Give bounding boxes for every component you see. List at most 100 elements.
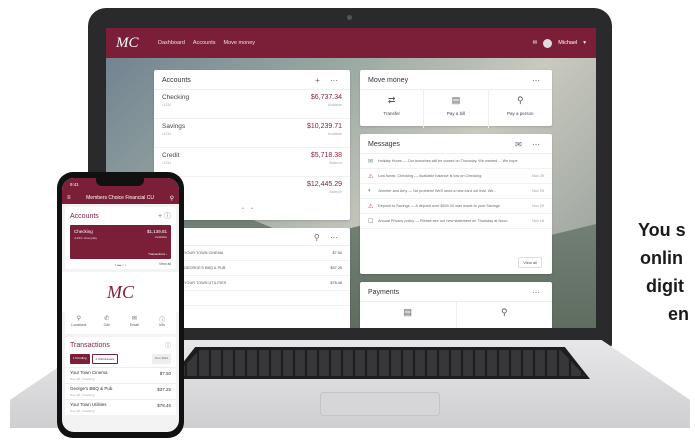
phone-account-tile[interactable]: Checking •1234 • Everyday $1,139.81 Avai… bbox=[70, 225, 171, 259]
transactions-tools[interactable]: ⚲ ⋯ bbox=[314, 233, 342, 242]
payments-header: Payments ⋯ bbox=[360, 282, 552, 302]
phone-brand-logo: MC bbox=[62, 272, 179, 312]
keyboard-keys bbox=[175, 350, 585, 376]
transaction-name: George's BBQ & Pub bbox=[70, 386, 113, 391]
payments-bill-button[interactable]: ▤ bbox=[360, 302, 457, 328]
phone-icon: ✆ bbox=[104, 316, 110, 322]
view-all-button[interactable]: View all bbox=[518, 257, 542, 268]
quick-link-locations[interactable]: ⚲ Locations bbox=[65, 312, 93, 334]
account-row[interactable]: Savings •1234 $10,239.71 Available bbox=[154, 119, 350, 148]
pay-person-button[interactable]: ⚲ Pay a person bbox=[489, 90, 552, 128]
filter-pending[interactable]: 1 Pending bbox=[70, 354, 90, 364]
contact-avatar-icon: ◐ bbox=[368, 188, 372, 194]
transfer-button[interactable]: ⇄ Transfer bbox=[360, 90, 425, 128]
accounts-tools[interactable]: + ⋯ bbox=[315, 76, 342, 85]
table-row[interactable]: Your Town Utilities Nov 4th, Checking $7… bbox=[65, 399, 176, 415]
transaction-amount: $78.46 bbox=[157, 403, 171, 408]
phone-view-all[interactable]: View all bbox=[159, 262, 171, 266]
phone-transactions-title: Transactions bbox=[70, 342, 110, 349]
accounts-title: Accounts bbox=[162, 77, 191, 84]
payments-tools[interactable]: ⋯ bbox=[532, 288, 544, 297]
message-text: Deposit to Savings — A deposit over $500… bbox=[378, 204, 500, 208]
message-text: Annual Privacy policy — Please see our n… bbox=[378, 219, 508, 223]
account-balance-caption: Balance bbox=[329, 161, 342, 165]
pay-person-label: Pay a person bbox=[507, 111, 534, 116]
transaction-amount: $37.25 bbox=[157, 387, 171, 392]
transaction-amount: $78.46 bbox=[330, 281, 342, 285]
account-number: •1234 bbox=[162, 161, 172, 165]
phone-accounts-tools[interactable]: + ⓘ bbox=[158, 211, 171, 221]
account-row[interactable]: Credit •1234 $5,718.38 Balance bbox=[154, 148, 350, 177]
phone-transaction-filters: 1 Pending 2 Withdrawals Dec 2014 bbox=[65, 354, 176, 367]
transaction-date: Nov 4th, Checking bbox=[70, 393, 95, 397]
messages-tools[interactable]: ✉ ⋯ bbox=[515, 140, 544, 149]
warning-icon: ⚠ bbox=[368, 203, 374, 210]
quick-link-label: Email bbox=[129, 323, 139, 327]
message-text: Low funds: Checking — Available balance … bbox=[378, 174, 482, 178]
table-row[interactable]: George's BBQ & Pub Nov 4th, Checking $37… bbox=[65, 383, 176, 399]
phone-accounts-header: Accounts + ⓘ bbox=[65, 207, 176, 225]
list-item[interactable]: ⚠ Low funds: Checking — Available balanc… bbox=[360, 169, 552, 184]
phone-app-title: Members Choice Financial CU bbox=[86, 195, 154, 201]
person-icon: ⚲ bbox=[500, 307, 508, 317]
filter-date[interactable]: Dec 2014 bbox=[152, 354, 171, 364]
message-text: Holiday Hours — Our branches will be clo… bbox=[378, 159, 518, 163]
phone-accounts-card: Accounts + ⓘ Checking •1234 • Everyday $… bbox=[65, 207, 176, 269]
phone-carousel: • ▬ • • View all bbox=[65, 259, 176, 269]
info-icon[interactable]: ⓘ bbox=[165, 341, 171, 350]
quick-link-info[interactable]: ⓘ Info bbox=[148, 312, 176, 334]
transaction-date: Nov 4th, Checking bbox=[70, 409, 95, 413]
envelope-icon: ✉ bbox=[368, 158, 374, 165]
account-balance-caption: Balance bbox=[329, 190, 342, 194]
chevron-down-icon[interactable]: ▾ bbox=[583, 40, 586, 46]
account-number: •1234 bbox=[162, 132, 172, 136]
quick-link-label: Call bbox=[103, 323, 110, 327]
phone-screen: 9:41 ≡ Members Choice Financial CU ⚲ Acc… bbox=[62, 178, 179, 432]
move-money-tools[interactable]: ⋯ bbox=[532, 76, 544, 85]
document-icon: ☐ bbox=[368, 218, 374, 225]
trackpad bbox=[320, 392, 440, 416]
filter-withdrawals[interactable]: 2 Withdrawals bbox=[91, 354, 119, 364]
carousel-dots[interactable]: • • bbox=[242, 206, 256, 212]
nav-dashboard[interactable]: Dashboard bbox=[158, 40, 185, 46]
transaction-date: Nov 4th, Checking bbox=[70, 377, 95, 381]
payments-title: Payments bbox=[368, 289, 400, 296]
account-balance: $10,239.71 bbox=[306, 123, 342, 130]
move-money-actions: ⇄ Transfer ▤ Pay a bill ⚲ Pay a person bbox=[360, 90, 552, 128]
message-date: Nov 18 bbox=[531, 219, 544, 223]
quick-link-call[interactable]: ✆ Call bbox=[93, 312, 121, 334]
avatar[interactable] bbox=[543, 38, 553, 48]
phone-transactions-link[interactable]: Transactions › bbox=[148, 252, 167, 256]
quick-link-label: Locations bbox=[71, 323, 87, 327]
nav-accounts[interactable]: Accounts bbox=[193, 40, 216, 46]
tagline-line: You s bbox=[638, 220, 686, 240]
brand-logo[interactable]: MC bbox=[116, 35, 158, 52]
transaction-name: Your Town Cinema bbox=[70, 370, 108, 375]
quick-link-email[interactable]: ✉ Email bbox=[121, 312, 149, 334]
search-icon[interactable]: ⚲ bbox=[170, 195, 174, 202]
list-item[interactable]: ⚠ Deposit to Savings — A deposit over $5… bbox=[360, 199, 552, 214]
list-item[interactable]: ✉ Holiday Hours — Our branches will be c… bbox=[360, 154, 552, 169]
accounts-card-header: Accounts + ⋯ bbox=[154, 70, 350, 90]
user-menu[interactable]: Michael bbox=[558, 40, 577, 46]
payments-person-button[interactable]: ⚲ bbox=[457, 302, 553, 328]
list-item[interactable]: ☐ Annual Privacy policy — Please see our… bbox=[360, 214, 552, 229]
account-balance-caption: Available bbox=[327, 132, 342, 136]
menu-icon[interactable]: ≡ bbox=[67, 195, 71, 201]
list-item[interactable]: ◐ Jennifer and Amy — No problem! We'll s… bbox=[360, 184, 552, 199]
table-row[interactable]: Your Town Cinema Nov 4th, Checking $7.50 bbox=[65, 367, 176, 383]
phone-account-caption: Available bbox=[154, 235, 167, 239]
nav-move-money[interactable]: Move money bbox=[224, 40, 256, 46]
location-icon: ⚲ bbox=[76, 316, 82, 322]
carousel-dots[interactable]: • ▬ • • bbox=[115, 262, 127, 267]
account-balance: $12,445.29 bbox=[306, 181, 342, 188]
messages-icon[interactable]: ✉ bbox=[533, 40, 538, 46]
tagline: You s onlin digit en bbox=[638, 216, 695, 328]
bill-icon: ▤ bbox=[403, 307, 412, 317]
move-money-card: Move money ⋯ ⇄ Transfer ▤ Pay a bill ⚲ P… bbox=[360, 70, 552, 128]
transaction-name: GEORGE'S BBQ & PUB bbox=[184, 266, 226, 270]
account-row[interactable]: Checking •1234 $6,737.34 Available bbox=[154, 90, 350, 119]
transfer-label: Transfer bbox=[383, 111, 400, 116]
move-money-header: Move money ⋯ bbox=[360, 70, 552, 90]
pay-bill-button[interactable]: ▤ Pay a bill bbox=[424, 90, 489, 128]
